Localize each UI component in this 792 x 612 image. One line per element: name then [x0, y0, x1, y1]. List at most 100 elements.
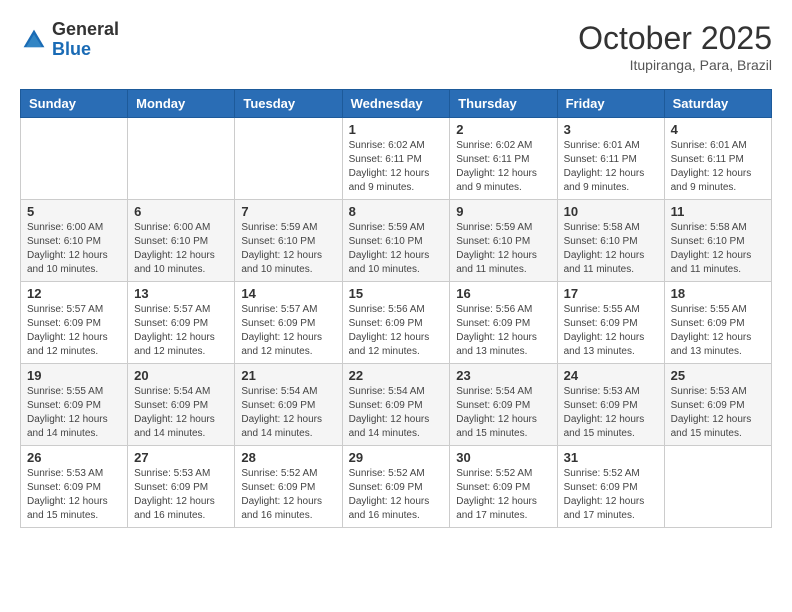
- calendar-cell: 21Sunrise: 5:54 AM Sunset: 6:09 PM Dayli…: [235, 364, 342, 446]
- day-info: Sunrise: 5:58 AM Sunset: 6:10 PM Dayligh…: [671, 221, 765, 277]
- calendar-cell: 9 Sunrise: 5:59 AM Sunset: 6:10 PM Daylig…: [450, 200, 557, 282]
- day-info: Sunrise: 5:52 AM Sunset: 6:09 PM Dayligh…: [241, 467, 335, 523]
- location: Itupiranga, Para, Brazil: [578, 57, 772, 73]
- day-number: 30: [456, 450, 550, 465]
- calendar-cell: 23 Sunrise: 5:54 AM Sunset: 6:09 PM Dayli…: [450, 364, 557, 446]
- calendar-cell: [21, 118, 128, 200]
- day-number: 17: [564, 286, 658, 301]
- day-number: 8: [349, 204, 444, 219]
- day-info: Sunrise: 5:55 AM Sunset: 6:09 PM Dayligh…: [671, 303, 765, 359]
- weekday-header-tuesday: Tuesday: [235, 90, 342, 118]
- day-info: Sunrise: 5:59 AM Sunset: 6:10 PM Dayligh…: [349, 221, 444, 277]
- day-number: 28: [241, 450, 335, 465]
- calendar-table: SundayMondayTuesdayWednesdayThursdayFrid…: [20, 89, 772, 528]
- day-info: Sunrise: 5:52 AM Sunset: 6:09 PM Dayligh…: [456, 467, 550, 523]
- calendar-cell: 19 Sunrise: 5:55 AM Sunset: 6:09 PM Dayli…: [21, 364, 128, 446]
- day-number: 15: [349, 286, 444, 301]
- calendar-cell: 24 Sunrise: 5:53 AM Sunset: 6:09 PM Dayli…: [557, 364, 664, 446]
- logo-text: General Blue: [52, 20, 119, 60]
- calendar-cell: 30 Sunrise: 5:52 AM Sunset: 6:09 PM Dayli…: [450, 446, 557, 528]
- calendar-cell: 5Sunrise: 6:00 AM Sunset: 6:10 PM Daylig…: [21, 200, 128, 282]
- calendar-cell: 25Sunrise: 5:53 AM Sunset: 6:09 PM Dayli…: [664, 364, 771, 446]
- month-year: October 2025: [578, 20, 772, 57]
- calendar-cell: 18 Sunrise: 5:55 AM Sunset: 6:09 PM Dayli…: [664, 282, 771, 364]
- page-header: General Blue October 2025 Itupiranga, Pa…: [20, 20, 772, 73]
- day-info: Sunrise: 5:53 AM Sunset: 6:09 PM Dayligh…: [27, 467, 121, 523]
- calendar-cell: 22Sunrise: 5:54 AM Sunset: 6:09 PM Dayli…: [342, 364, 450, 446]
- day-info: Sunrise: 6:01 AM Sunset: 6:11 PM Dayligh…: [671, 139, 765, 195]
- day-number: 3: [564, 122, 658, 137]
- week-row-5: 26 Sunrise: 5:53 AM Sunset: 6:09 PM Dayli…: [21, 446, 772, 528]
- day-number: 7: [241, 204, 335, 219]
- day-number: 18: [671, 286, 765, 301]
- weekday-header-wednesday: Wednesday: [342, 90, 450, 118]
- day-number: 21: [241, 368, 335, 383]
- weekday-header-friday: Friday: [557, 90, 664, 118]
- calendar-cell: 4 Sunrise: 6:01 AM Sunset: 6:11 PM Daylig…: [664, 118, 771, 200]
- weekday-header-monday: Monday: [128, 90, 235, 118]
- calendar-cell: 1 Sunrise: 6:02 AM Sunset: 6:11 PM Daylig…: [342, 118, 450, 200]
- calendar-cell: 2 Sunrise: 6:02 AM Sunset: 6:11 PM Daylig…: [450, 118, 557, 200]
- calendar-cell: 29Sunrise: 5:52 AM Sunset: 6:09 PM Dayli…: [342, 446, 450, 528]
- week-row-3: 12 Sunrise: 5:57 AM Sunset: 6:09 PM Dayli…: [21, 282, 772, 364]
- day-number: 24: [564, 368, 658, 383]
- weekday-header-saturday: Saturday: [664, 90, 771, 118]
- day-number: 9: [456, 204, 550, 219]
- day-number: 6: [134, 204, 228, 219]
- day-info: Sunrise: 5:54 AM Sunset: 6:09 PM Dayligh…: [456, 385, 550, 441]
- day-info: Sunrise: 5:59 AM Sunset: 6:10 PM Dayligh…: [456, 221, 550, 277]
- calendar-cell: [664, 446, 771, 528]
- day-number: 13: [134, 286, 228, 301]
- day-info: Sunrise: 5:54 AM Sunset: 6:09 PM Dayligh…: [134, 385, 228, 441]
- day-number: 2: [456, 122, 550, 137]
- day-info: Sunrise: 5:53 AM Sunset: 6:09 PM Dayligh…: [134, 467, 228, 523]
- day-info: Sunrise: 6:02 AM Sunset: 6:11 PM Dayligh…: [349, 139, 444, 195]
- day-info: Sunrise: 5:57 AM Sunset: 6:09 PM Dayligh…: [134, 303, 228, 359]
- calendar-cell: 7 Sunrise: 5:59 AM Sunset: 6:10 PM Daylig…: [235, 200, 342, 282]
- calendar-cell: 15 Sunrise: 5:56 AM Sunset: 6:09 PM Dayli…: [342, 282, 450, 364]
- day-number: 4: [671, 122, 765, 137]
- day-info: Sunrise: 5:53 AM Sunset: 6:09 PM Dayligh…: [564, 385, 658, 441]
- calendar-cell: 6 Sunrise: 6:00 AM Sunset: 6:10 PM Daylig…: [128, 200, 235, 282]
- day-info: Sunrise: 5:58 AM Sunset: 6:10 PM Dayligh…: [564, 221, 658, 277]
- day-number: 19: [27, 368, 121, 383]
- calendar-cell: 10 Sunrise: 5:58 AM Sunset: 6:10 PM Dayli…: [557, 200, 664, 282]
- day-info: Sunrise: 5:56 AM Sunset: 6:09 PM Dayligh…: [456, 303, 550, 359]
- calendar-cell: 13 Sunrise: 5:57 AM Sunset: 6:09 PM Dayli…: [128, 282, 235, 364]
- day-number: 10: [564, 204, 658, 219]
- day-number: 16: [456, 286, 550, 301]
- calendar-cell: 3 Sunrise: 6:01 AM Sunset: 6:11 PM Daylig…: [557, 118, 664, 200]
- day-info: Sunrise: 5:55 AM Sunset: 6:09 PM Dayligh…: [27, 385, 121, 441]
- logo-general: General: [52, 20, 119, 40]
- calendar-cell: 14Sunrise: 5:57 AM Sunset: 6:09 PM Dayli…: [235, 282, 342, 364]
- calendar-cell: 12 Sunrise: 5:57 AM Sunset: 6:09 PM Dayli…: [21, 282, 128, 364]
- day-number: 11: [671, 204, 765, 219]
- day-number: 26: [27, 450, 121, 465]
- day-info: Sunrise: 6:01 AM Sunset: 6:11 PM Dayligh…: [564, 139, 658, 195]
- logo: General Blue: [20, 20, 119, 60]
- calendar-cell: 20 Sunrise: 5:54 AM Sunset: 6:09 PM Dayli…: [128, 364, 235, 446]
- title-block: October 2025 Itupiranga, Para, Brazil: [578, 20, 772, 73]
- calendar-cell: [235, 118, 342, 200]
- day-number: 1: [349, 122, 444, 137]
- day-info: Sunrise: 5:57 AM Sunset: 6:09 PM Dayligh…: [27, 303, 121, 359]
- day-number: 25: [671, 368, 765, 383]
- day-number: 20: [134, 368, 228, 383]
- logo-blue: Blue: [52, 40, 119, 60]
- day-info: Sunrise: 5:56 AM Sunset: 6:09 PM Dayligh…: [349, 303, 444, 359]
- day-info: Sunrise: 5:52 AM Sunset: 6:09 PM Dayligh…: [349, 467, 444, 523]
- day-info: Sunrise: 5:55 AM Sunset: 6:09 PM Dayligh…: [564, 303, 658, 359]
- day-info: Sunrise: 5:52 AM Sunset: 6:09 PM Dayligh…: [564, 467, 658, 523]
- day-info: Sunrise: 6:00 AM Sunset: 6:10 PM Dayligh…: [27, 221, 121, 277]
- day-info: Sunrise: 5:59 AM Sunset: 6:10 PM Dayligh…: [241, 221, 335, 277]
- calendar-cell: 11 Sunrise: 5:58 AM Sunset: 6:10 PM Dayli…: [664, 200, 771, 282]
- day-number: 14: [241, 286, 335, 301]
- calendar-cell: 16 Sunrise: 5:56 AM Sunset: 6:09 PM Dayli…: [450, 282, 557, 364]
- weekday-header-row: SundayMondayTuesdayWednesdayThursdayFrid…: [21, 90, 772, 118]
- day-number: 27: [134, 450, 228, 465]
- day-number: 12: [27, 286, 121, 301]
- day-info: Sunrise: 6:00 AM Sunset: 6:10 PM Dayligh…: [134, 221, 228, 277]
- calendar-cell: 27 Sunrise: 5:53 AM Sunset: 6:09 PM Dayli…: [128, 446, 235, 528]
- day-number: 23: [456, 368, 550, 383]
- day-info: Sunrise: 6:02 AM Sunset: 6:11 PM Dayligh…: [456, 139, 550, 195]
